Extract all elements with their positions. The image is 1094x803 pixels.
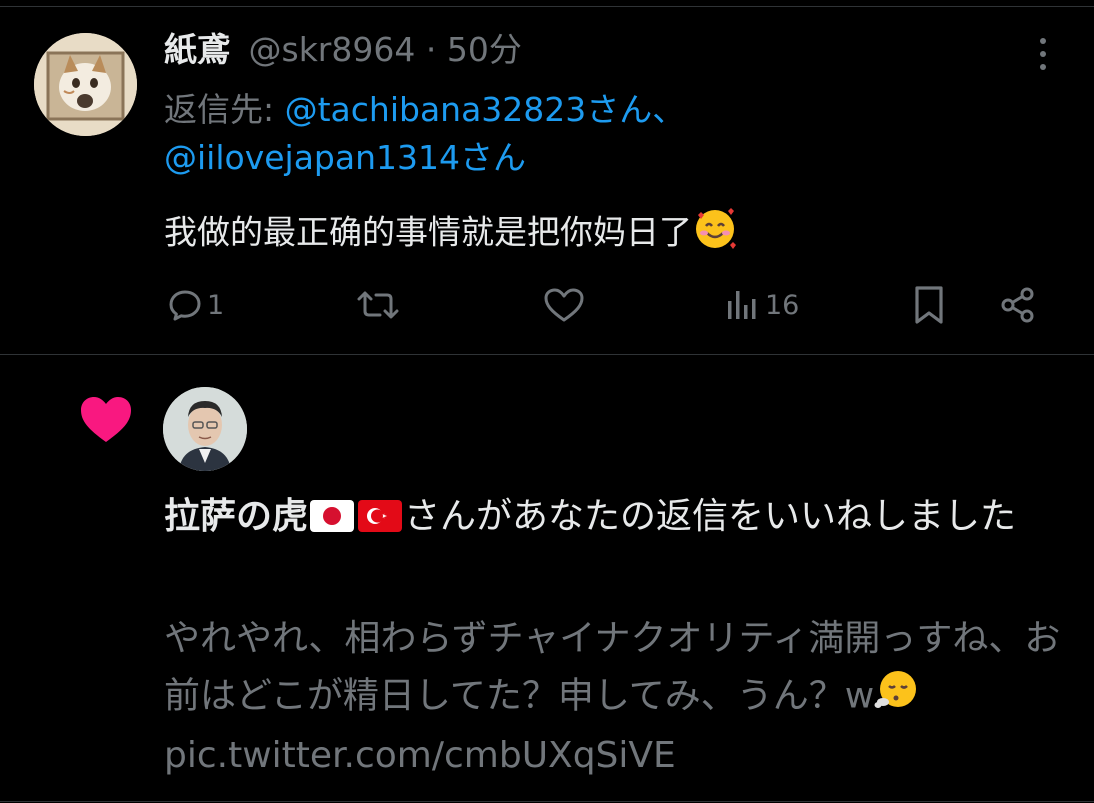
face-exhaling-icon xyxy=(874,667,918,728)
bottom-divider xyxy=(0,801,1094,802)
tweet-time[interactable]: 50分 xyxy=(447,30,522,69)
liked-reply-body: やれやれ、相わらずチャイナクオリティ満開っすね、お前はどこが精日してた？申してみ… xyxy=(164,618,1061,717)
mention-separator: 、 xyxy=(652,90,686,129)
reply-icon xyxy=(167,287,203,323)
reply-prefix: 返信先: xyxy=(164,90,285,129)
like-notification[interactable]: 拉萨の虎 さんがあなたの返信をいいねしました やれやれ、相わらずチャイナクオリテ… xyxy=(0,356,1094,802)
japan-flag-icon xyxy=(310,500,355,532)
author-handle[interactable]: @skr8964 xyxy=(249,30,416,69)
tweet-header: 紙鳶 @skr8964 · 50分 xyxy=(164,28,522,72)
author-avatar[interactable] xyxy=(34,33,137,136)
heart-icon xyxy=(79,395,133,445)
views-icon xyxy=(725,287,761,323)
liker-avatar[interactable] xyxy=(163,387,247,471)
retweet-button[interactable] xyxy=(356,280,404,330)
reply-to-line: 返信先: @tachibana32823さん、 @iilovejapan1314… xyxy=(164,86,1064,182)
views-count: 16 xyxy=(765,289,800,321)
mention-link-1[interactable]: @tachibana32823さん xyxy=(285,90,653,129)
retweet-icon xyxy=(356,287,400,323)
more-options-icon[interactable] xyxy=(1030,36,1056,72)
mention-link-2[interactable]: @iilovejapan1314さん xyxy=(164,138,526,177)
views-button[interactable]: 16 xyxy=(725,280,799,330)
turkey-flag-icon xyxy=(358,500,403,532)
share-icon xyxy=(998,285,1038,325)
pic-link[interactable]: pic.twitter.com/cmbUXqSiVE xyxy=(164,735,676,776)
reply-button[interactable]: 1 xyxy=(167,280,224,330)
like-icon xyxy=(543,287,585,323)
mid-divider xyxy=(0,354,1094,355)
bookmark-button[interactable] xyxy=(912,280,946,330)
like-button[interactable] xyxy=(543,280,589,330)
tweet-body: 我做的最正确的事情就是把你妈日了 xyxy=(164,212,692,252)
notification-action-text: さんがあなたの返信をいいねしました xyxy=(404,496,1017,537)
liker-name[interactable]: 拉萨の虎 xyxy=(164,496,308,537)
bookmark-icon xyxy=(912,285,946,325)
notification-message: 拉萨の虎 さんがあなたの返信をいいねしました xyxy=(164,490,1064,544)
author-name[interactable]: 紙鳶 xyxy=(164,30,230,69)
tweet-actions: 1 16 xyxy=(0,280,1094,330)
tweet-text: 我做的最正确的事情就是把你妈日了 xyxy=(164,205,738,263)
share-button[interactable] xyxy=(998,280,1038,330)
tweet[interactable]: 紙鳶 @skr8964 · 50分 返信先: @tachibana32823さん… xyxy=(0,0,1094,354)
meta-separator: · xyxy=(425,30,437,69)
smiling-face-with-hearts-icon xyxy=(692,205,738,263)
reply-count: 1 xyxy=(207,289,225,321)
liked-reply-text[interactable]: やれやれ、相わらずチャイナクオリティ満開っすね、お前はどこが精日してた？申してみ… xyxy=(164,611,1064,784)
